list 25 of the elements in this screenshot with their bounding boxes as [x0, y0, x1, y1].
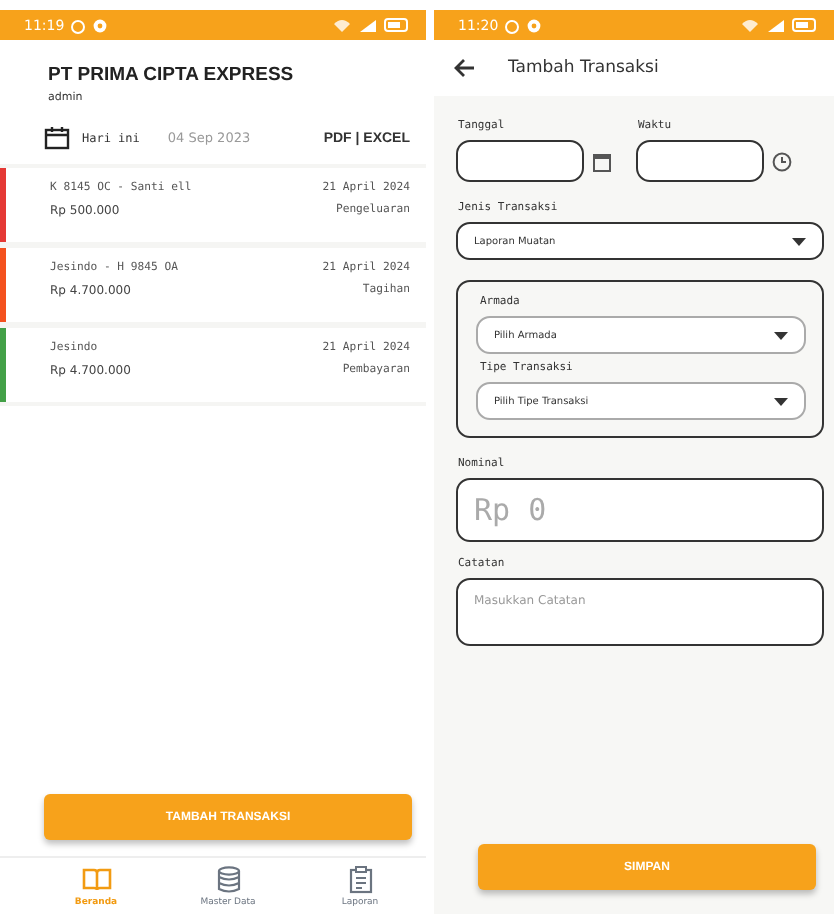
signal-icon [766, 17, 786, 33]
clock-icon[interactable] [772, 151, 792, 171]
gear-icon [92, 17, 109, 33]
alarm-icon [504, 17, 521, 33]
dropdown-caret-icon [774, 397, 788, 405]
calendar-icon[interactable] [592, 151, 612, 171]
screen-title: Tambah Transaksi [508, 58, 659, 78]
calendar-icon[interactable] [44, 126, 70, 150]
back-arrow-icon[interactable] [454, 58, 476, 78]
input-field[interactable] [636, 140, 764, 182]
wifi-icon [332, 17, 352, 33]
book-icon [81, 865, 111, 893]
wifi-icon [740, 17, 760, 33]
alarm-icon [70, 17, 87, 33]
database-icon [213, 865, 243, 893]
clipboard-icon [345, 865, 375, 893]
gear-icon [526, 17, 543, 33]
dropdown-caret-icon [774, 331, 788, 339]
company-name: PT PRIMA CIPTA EXPRESS [48, 64, 296, 86]
dropdown-caret-icon [792, 237, 806, 245]
battery-icon [792, 18, 818, 32]
signal-icon [358, 17, 378, 33]
input-field[interactable] [456, 140, 584, 182]
battery-icon [384, 18, 410, 32]
amount-field[interactable]: Rp 0 [456, 478, 824, 542]
